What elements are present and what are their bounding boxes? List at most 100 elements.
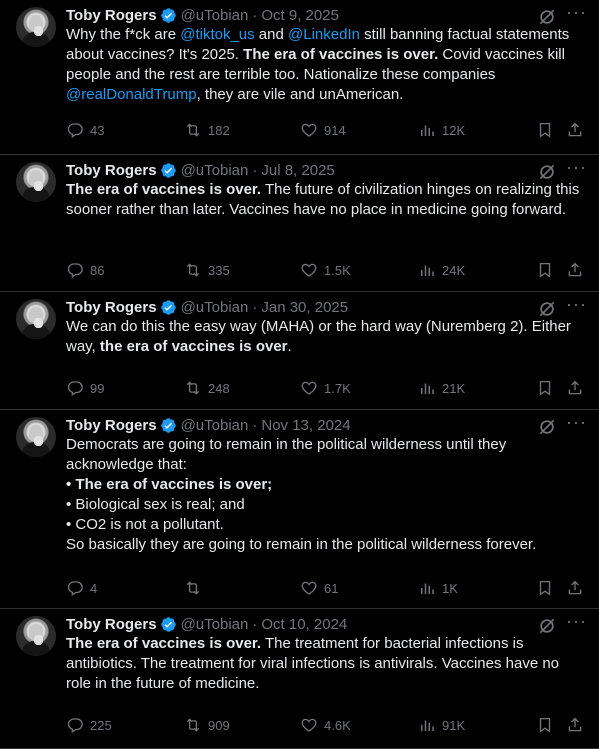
views-button[interactable]: 12K <box>418 120 465 140</box>
repost-button[interactable]: 248 <box>184 378 230 398</box>
like-icon <box>300 579 324 597</box>
author-handle[interactable]: @uTobian <box>181 299 249 316</box>
tweet-text: We can do this the easy way (MAHA) or th… <box>66 317 586 357</box>
tweet-date[interactable]: Nov 13, 2024 <box>261 417 350 434</box>
bookmark-button[interactable] <box>536 378 560 398</box>
more-icon[interactable]: ··· <box>566 612 586 634</box>
author-name[interactable]: Toby Rogers <box>66 616 157 633</box>
bold-text: The era of vaccines is over. <box>66 635 262 652</box>
like-icon <box>300 716 324 734</box>
repost-button[interactable]: 182 <box>184 120 230 140</box>
repost-button[interactable] <box>184 578 208 598</box>
tweet-text: The era of vaccines is over. The future … <box>66 180 586 220</box>
text-segment: Why the f*ck are <box>66 26 181 43</box>
author-name[interactable]: Toby Rogers <box>66 7 157 24</box>
views-button[interactable]: 21K <box>418 378 465 398</box>
tweet[interactable]: Toby Rogers @uTobian · Nov 13, 2024 ··· Democ… <box>0 410 599 609</box>
author-handle[interactable]: @uTobian <box>181 417 249 434</box>
tweet-header: Toby Rogers @uTobian · Jul 8, 2025 <box>66 160 335 180</box>
share-button[interactable] <box>566 120 590 140</box>
bookmark-button[interactable] <box>536 578 560 598</box>
views-button[interactable]: 91K <box>418 715 465 735</box>
mention-link[interactable]: @tiktok_us <box>180 26 254 43</box>
share-button[interactable] <box>566 715 590 735</box>
more-icon[interactable]: ··· <box>566 158 586 180</box>
share-button[interactable] <box>566 578 590 598</box>
repost-count: 248 <box>208 380 230 396</box>
author-handle[interactable]: @uTobian <box>181 616 249 633</box>
share-button[interactable] <box>566 260 590 280</box>
views-button[interactable]: 1K <box>418 578 458 598</box>
reply-icon <box>66 121 90 139</box>
tweet[interactable]: Toby Rogers @uTobian · Jan 30, 2025 ··· We ca… <box>0 292 599 410</box>
repost-icon <box>184 121 208 139</box>
views-icon <box>418 716 442 734</box>
avatar[interactable] <box>16 299 56 339</box>
like-button[interactable]: 4.6K <box>300 715 351 735</box>
share-button[interactable] <box>566 378 590 398</box>
author-handle[interactable]: @uTobian <box>181 7 249 24</box>
like-count: 4.6K <box>324 717 351 733</box>
tweet[interactable]: Toby Rogers @uTobian · Jul 8, 2025 ··· The er… <box>0 155 599 292</box>
grok-icon[interactable] <box>537 299 557 319</box>
tweet[interactable]: Toby Rogers @uTobian · Oct 9, 2025 ··· Why th… <box>0 0 599 155</box>
repost-count: 909 <box>208 717 230 733</box>
author-name[interactable]: Toby Rogers <box>66 162 157 179</box>
views-count: 24K <box>442 262 466 278</box>
bookmark-icon <box>536 261 560 279</box>
avatar[interactable] <box>16 7 56 47</box>
like-button[interactable]: 61 <box>300 578 338 598</box>
reply-button[interactable]: 4 <box>66 578 97 598</box>
avatar[interactable] <box>16 616 56 656</box>
mention-link[interactable]: @realDonaldTrump <box>66 86 197 103</box>
more-icon[interactable]: ··· <box>566 413 586 435</box>
views-button[interactable]: 24K <box>418 260 465 280</box>
bookmark-button[interactable] <box>536 120 560 140</box>
author-name[interactable]: Toby Rogers <box>66 299 157 316</box>
author-name[interactable]: Toby Rogers <box>66 417 157 434</box>
text-segment: and <box>254 26 289 43</box>
tweet-date[interactable]: Oct 10, 2024 <box>261 616 347 633</box>
repost-button[interactable]: 909 <box>184 715 230 735</box>
reply-icon <box>66 379 90 397</box>
text-segment: • CO2 is not a pollutant. <box>66 516 224 533</box>
like-count: 61 <box>324 580 339 596</box>
grok-icon[interactable] <box>537 162 557 182</box>
avatar[interactable] <box>16 162 56 202</box>
separator-dot: · <box>252 615 258 633</box>
more-icon[interactable]: ··· <box>566 3 586 25</box>
like-button[interactable]: 1.5K <box>300 260 351 280</box>
verified-badge-icon <box>160 299 177 316</box>
reply-icon <box>66 261 90 279</box>
mention-link[interactable]: @LinkedIn <box>288 26 360 43</box>
tweet[interactable]: Toby Rogers @uTobian · Oct 10, 2024 ··· The e… <box>0 609 599 749</box>
tweet-date[interactable]: Jan 30, 2025 <box>261 299 348 316</box>
tweet-date[interactable]: Jul 8, 2025 <box>261 162 334 179</box>
bookmark-button[interactable] <box>536 715 560 735</box>
grok-icon[interactable] <box>537 616 557 636</box>
like-count: 1.5K <box>324 262 351 278</box>
verified-badge-icon <box>160 616 177 633</box>
views-icon <box>418 379 442 397</box>
reply-button[interactable]: 99 <box>66 378 104 398</box>
more-icon[interactable]: ··· <box>566 295 586 317</box>
avatar[interactable] <box>16 417 56 457</box>
grok-icon[interactable] <box>537 7 557 27</box>
reply-button[interactable]: 86 <box>66 260 104 280</box>
bold-text: The era of vaccines is over. <box>66 181 262 198</box>
tweet-date[interactable]: Oct 9, 2025 <box>261 7 339 24</box>
verified-badge-icon <box>160 162 177 179</box>
like-button[interactable]: 914 <box>300 120 346 140</box>
tweet-text: The era of vaccines is over. The treatme… <box>66 634 586 694</box>
like-count: 914 <box>324 122 346 138</box>
reply-button[interactable]: 43 <box>66 120 104 140</box>
bookmark-button[interactable] <box>536 260 560 280</box>
separator-dot: · <box>252 6 258 24</box>
grok-icon[interactable] <box>537 417 557 437</box>
author-handle[interactable]: @uTobian <box>181 162 249 179</box>
like-button[interactable]: 1.7K <box>300 378 351 398</box>
reply-button[interactable]: 225 <box>66 715 112 735</box>
tweet-header: Toby Rogers @uTobian · Nov 13, 2024 <box>66 415 351 435</box>
text-segment: , they are vile and unAmerican. <box>196 86 404 103</box>
repost-button[interactable]: 335 <box>184 260 230 280</box>
